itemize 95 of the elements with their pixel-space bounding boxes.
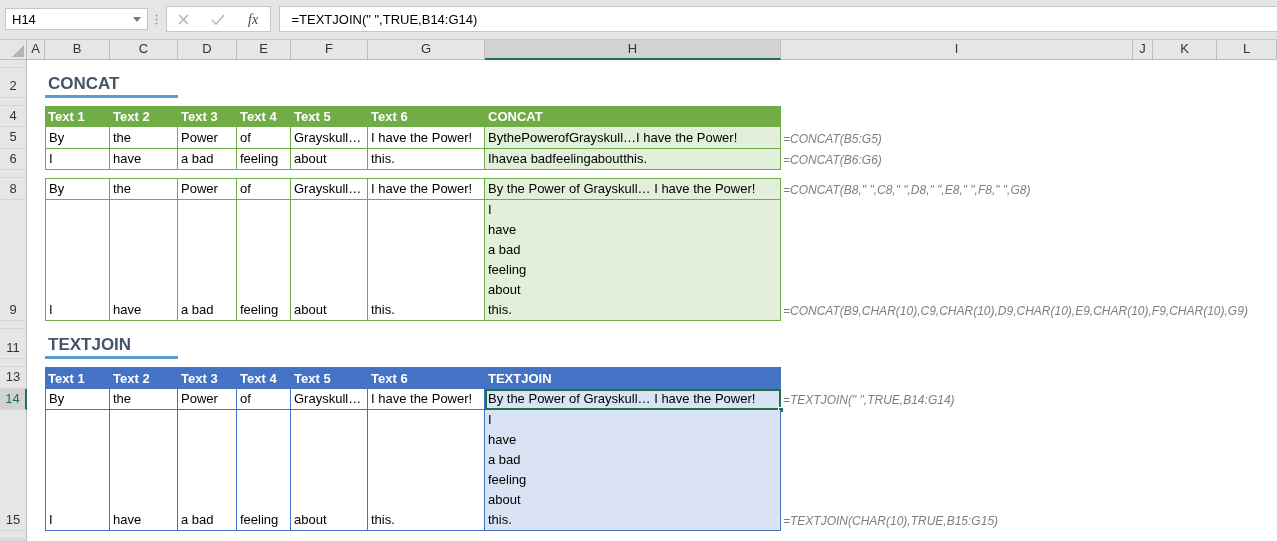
row-header[interactable] <box>0 531 27 539</box>
row-header[interactable] <box>0 321 27 329</box>
column-header[interactable]: I <box>781 39 1133 60</box>
result-cell: By the Power of Grayskull… I have the Power! <box>485 178 781 200</box>
column-heading: Text 1 <box>45 105 110 127</box>
column-header[interactable]: D <box>178 39 237 60</box>
column-heading: Text 4 <box>237 105 291 127</box>
row-header[interactable]: 15 <box>0 410 27 531</box>
section-title: CONCAT <box>45 72 178 98</box>
column-heading: Text 2 <box>110 105 178 127</box>
enter-icon[interactable] <box>211 13 226 25</box>
table-cell: a bad <box>178 148 237 170</box>
row-header[interactable] <box>0 170 27 178</box>
column-heading: Text 6 <box>368 367 485 389</box>
table-cell: By <box>45 178 110 200</box>
table-cell: a bad <box>178 410 237 531</box>
table-cell: I have the Power! <box>368 178 485 200</box>
column-header[interactable]: E <box>237 39 291 60</box>
select-all-icon[interactable] <box>12 44 24 57</box>
table-cell: about <box>291 200 368 321</box>
row-header[interactable]: 6 <box>0 148 27 170</box>
column-heading: TEXTJOIN <box>485 367 781 389</box>
column-heading: Text 2 <box>110 367 178 389</box>
table-cell: have <box>110 410 178 531</box>
table-cell: I <box>45 148 110 170</box>
table-cell: By <box>45 388 110 410</box>
formula-note: =TEXTJOIN(" ",TRUE,B14:G14) <box>782 392 956 409</box>
row-header[interactable] <box>0 359 27 367</box>
column-header[interactable]: H <box>485 39 781 60</box>
formula-note: =CONCAT(B5:G5) <box>782 130 883 148</box>
table-cell: Power <box>178 388 237 410</box>
section-title: TEXTJOIN <box>45 334 178 359</box>
table-cell: the <box>110 127 178 149</box>
table-cell: a bad <box>178 200 237 321</box>
column-heading: CONCAT <box>485 105 781 127</box>
column-header[interactable]: A <box>27 39 45 60</box>
column-header[interactable]: B <box>45 39 110 60</box>
table-cell: By <box>45 127 110 149</box>
row-header[interactable]: 8 <box>0 178 27 200</box>
column-heading: Text 4 <box>237 367 291 389</box>
row-header[interactable]: 14 <box>0 388 27 410</box>
table-cell: about <box>291 148 368 170</box>
table-cell: of <box>237 388 291 410</box>
column-heading: Text 5 <box>291 105 368 127</box>
row-header[interactable]: 11 <box>0 329 27 359</box>
result-cell: I have a bad feeling about this. <box>485 200 781 321</box>
table-cell: the <box>110 178 178 200</box>
table-cell: Power <box>178 178 237 200</box>
column-header[interactable]: L <box>1217 39 1277 60</box>
table-cell: of <box>237 178 291 200</box>
column-header[interactable]: C <box>110 39 178 60</box>
table-cell: feeling <box>237 148 291 170</box>
row-header[interactable] <box>0 59 27 68</box>
name-box[interactable]: H14 <box>5 8 148 31</box>
row-header[interactable]: 9 <box>0 200 27 321</box>
table-cell: Power <box>178 127 237 149</box>
table-cell: have <box>110 148 178 170</box>
column-header[interactable]: G <box>368 39 485 60</box>
formula-note: =CONCAT(B8," ",C8," ",D8," ",E8," ",F8," ",G8) <box>782 182 1032 199</box>
column-heading: Text 3 <box>178 367 237 389</box>
table-cell: I <box>45 410 110 531</box>
table-cell: have <box>110 200 178 321</box>
column-header[interactable]: K <box>1153 39 1217 60</box>
column-heading: Text 6 <box>368 105 485 127</box>
formula-note: =CONCAT(B6:G6) <box>782 152 883 169</box>
grip-icon <box>154 13 158 25</box>
table-cell: I <box>45 200 110 321</box>
column-heading: Text 1 <box>45 367 110 389</box>
result-cell: I have a bad feeling about this. <box>485 410 781 531</box>
column-heading: Text 5 <box>291 367 368 389</box>
table-cell: about <box>291 410 368 531</box>
table-cell: the <box>110 388 178 410</box>
column-header[interactable]: F <box>291 39 368 60</box>
result-cell: By the Power of Grayskull… I have the Power! <box>485 388 781 410</box>
table-cell: Grayskull… <box>291 388 368 410</box>
result-cell: Ihavea badfeelingaboutthis. <box>485 148 781 170</box>
result-cell: BythePowerofGrayskull…I have the Power! <box>485 127 781 149</box>
row-header[interactable]: 4 <box>0 105 27 127</box>
formula-bar[interactable]: =TEXTJOIN(" ",TRUE,B14:G14) <box>278 6 1277 33</box>
row-header[interactable] <box>0 97 27 106</box>
column-heading: Text 3 <box>178 105 237 127</box>
table-cell: Grayskull… <box>291 178 368 200</box>
table-cell: Grayskull… <box>291 127 368 149</box>
row-header[interactable]: 13 <box>0 367 27 389</box>
formula-note: =TEXTJOIN(CHAR(10),TRUE,B15:G15) <box>782 513 1000 530</box>
table-cell: feeling <box>237 410 291 531</box>
caret-icon <box>133 16 141 22</box>
table-cell: of <box>237 127 291 149</box>
cancel-icon[interactable] <box>177 13 189 25</box>
formula-note: =CONCAT(B9,CHAR(10),C9,CHAR(10),D9,CHAR(10),E9,CHAR(10),F9,CHAR(10),G9) <box>782 303 1249 320</box>
row-header[interactable]: 5 <box>0 127 27 149</box>
column-header[interactable]: J <box>1133 39 1153 60</box>
insert-function-button[interactable]: fx <box>248 8 259 30</box>
row-header[interactable]: 2 <box>0 67 27 98</box>
table-cell: feeling <box>237 200 291 321</box>
